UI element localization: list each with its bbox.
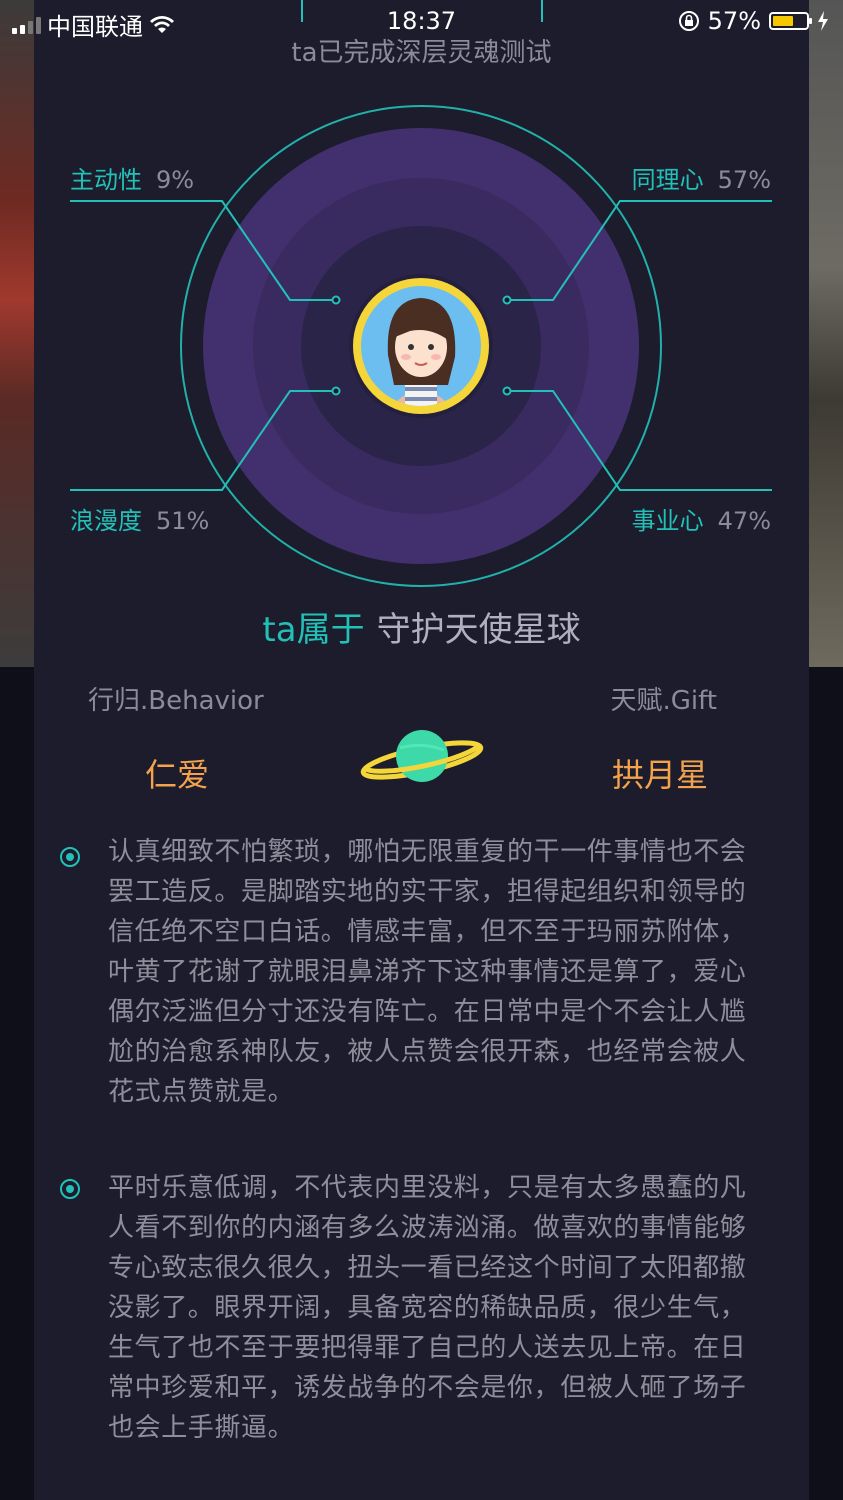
trait-name: 主动性 xyxy=(70,166,142,194)
battery-icon xyxy=(769,12,812,30)
behavior-value: 仁爱 xyxy=(145,756,210,794)
rotation-lock-icon xyxy=(678,11,699,31)
trait-romance: 浪漫度 51% xyxy=(70,501,209,536)
gift-value: 拱月星 xyxy=(611,756,708,794)
planet-prefix: ta属于 xyxy=(262,610,365,650)
planet-icon xyxy=(360,730,484,782)
trait-initiative: 主动性 9% xyxy=(70,160,194,195)
charging-icon xyxy=(818,11,828,31)
description-paragraph-2: 平时乐意低调，不代表内里没料，只是有太多愚蠢的凡人看不到你的内涵有多么波涛汹涌。… xyxy=(108,1173,747,1443)
status-bar: 中国联通 18:37 57% xyxy=(0,0,843,42)
description-paragraph-1: 认真细致不怕繁琐，哪怕无限重复的干一件事情也不会罢工造反。是脚踏实地的实干家，担… xyxy=(108,837,747,1107)
trait-percent: 9% xyxy=(156,166,195,194)
planet-name: 守护天使星球 xyxy=(376,610,581,650)
status-right: 57% xyxy=(678,7,829,35)
trait-career: 事业心 47% xyxy=(632,501,771,536)
trait-empathy: 同理心 57% xyxy=(632,160,771,195)
gift-label: 天赋.Gift xyxy=(610,686,717,716)
trait-percent: 57% xyxy=(717,166,771,194)
trait-radar: 主动性 9% 同理心 57% 浪漫度 51% 事业心 47% xyxy=(0,95,843,595)
trait-name: 浪漫度 xyxy=(70,507,142,535)
trait-percent: 51% xyxy=(156,507,210,535)
bullet-icon xyxy=(60,847,80,867)
trait-name: 同理心 xyxy=(631,166,704,194)
battery-percent: 57% xyxy=(707,7,761,35)
planet-title: ta属于 守护天使星球 xyxy=(0,602,843,651)
bullet-icon xyxy=(60,1179,80,1199)
trait-percent: 47% xyxy=(717,507,771,535)
behavior-label: 行归.Behavior xyxy=(88,686,264,716)
trait-name: 事业心 xyxy=(631,507,704,535)
